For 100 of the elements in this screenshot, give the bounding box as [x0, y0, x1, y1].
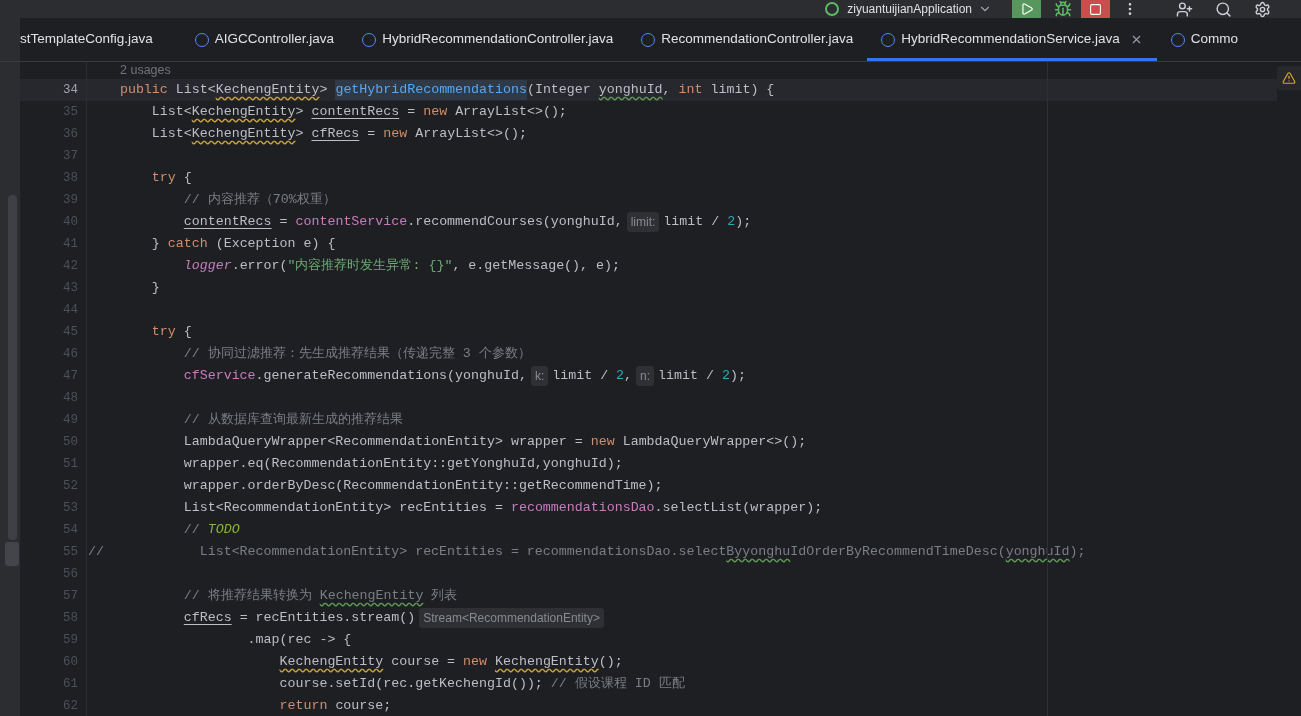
code-token: // 协同过滤推荐：先生成推荐结果（传递完整 3 个参数）: [183, 345, 531, 364]
code-token: course.setId(rec.getKechengId());: [279, 675, 543, 694]
code-token: KechengEntity: [319, 587, 424, 606]
code-token: >: [295, 125, 304, 144]
run-configuration-selector[interactable]: ziyuantuijianApplication: [847, 2, 972, 16]
code-token: LambdaQueryWrapper<RecommendationEntity> wrapper =: [183, 433, 583, 452]
play-icon: [1019, 2, 1034, 16]
code-token: .generateRecommendations(yonghuId,: [255, 367, 527, 386]
code-token: KechengEntity: [215, 81, 320, 100]
add-user-icon[interactable]: [1176, 0, 1193, 18]
code-token: );: [729, 367, 746, 386]
code-token: recommendationsDao: [510, 499, 655, 518]
code-token: try: [151, 323, 176, 342]
code-token: KechengEntity: [191, 103, 296, 122]
code-token: //: [183, 521, 200, 540]
code-token: {: [183, 169, 192, 188]
code-token: // 从数据库查询最新生成的推荐结果: [183, 411, 403, 430]
code-token: =: [279, 213, 288, 232]
code-token: // 将推荐结果转换为: [183, 587, 312, 606]
code-token: cfService: [183, 367, 256, 386]
editor-tab[interactable]: HybridRecommendationController.java: [348, 18, 628, 61]
inlay-hint: Stream<RecommendationEntity>: [419, 608, 604, 628]
stop-icon: [1089, 2, 1102, 16]
code-token: List<RecommendationEntity> recEntities =: [183, 499, 503, 518]
code-token: new: [590, 433, 615, 452]
inlay-hint: k:: [530, 366, 549, 386]
code-token: cfRecs: [183, 609, 232, 628]
code-token: return: [279, 697, 328, 716]
code-token: new: [423, 103, 448, 122]
code-token: List<: [151, 125, 192, 144]
panel-stripe-marker: [5, 542, 19, 566]
code-token: cfRecs: [311, 125, 360, 144]
code-token: course;: [335, 697, 392, 716]
code-token: KechengEntity: [191, 125, 296, 144]
editor-tab[interactable]: stTemplateConfig.java: [20, 18, 181, 61]
code-token: {: [183, 323, 192, 342]
editor-tab[interactable]: HybridRecommendationService.java: [867, 18, 1157, 61]
code-token: course =: [391, 653, 456, 672]
code-token: yonghuId: [598, 81, 663, 100]
code-token: IdOrderByRecommendTimeDesc(: [790, 543, 1006, 562]
usages-hint[interactable]: 2 usages: [120, 61, 171, 80]
code-token: try: [151, 169, 176, 188]
code-token: ArrayList<>();: [455, 103, 567, 122]
code-token: limit /: [552, 367, 609, 386]
code-token: public: [119, 81, 168, 100]
code-token: wrapper.orderByDesc(RecommendationEntity::getRecommendTime);: [183, 477, 663, 496]
code-token: KechengEntity: [495, 653, 599, 672]
code-token: }: [151, 279, 160, 298]
code-token: =: [367, 125, 376, 144]
code-token: wrapper.eq(RecommendationEntity::getYonghuId,yonghuId);: [183, 455, 623, 474]
editor-tab[interactable]: AIGCController.java: [180, 18, 349, 61]
code-token: new: [463, 653, 487, 672]
code-token: .error(: [231, 257, 288, 276]
code-token: Byyonghu: [726, 543, 791, 562]
code-token: yonghuId: [1005, 543, 1070, 562]
editor-tab[interactable]: Commo: [1156, 18, 1252, 61]
code-token: ,: [624, 367, 633, 386]
code-token: limit) {: [710, 81, 775, 100]
code-token: // 假设课程 ID 匹配: [550, 675, 685, 694]
code-token: >: [319, 81, 328, 100]
code-token: }: [151, 235, 160, 254]
code-token: List<: [151, 103, 192, 122]
code-token: limit /: [663, 213, 720, 232]
code-token: contentService: [295, 213, 408, 232]
code-token: .recommendCourses(yonghuId,: [407, 213, 623, 232]
code-token: contentRecs: [311, 103, 400, 122]
code-token: 2: [721, 367, 730, 386]
code-token: KechengEntity: [279, 653, 384, 672]
warning-icon[interactable]: [1277, 66, 1301, 90]
line-number: 34: [62, 81, 78, 99]
code-token: contentRecs: [183, 213, 272, 232]
code-token: int: [678, 81, 703, 100]
code-token: LambdaQueryWrapper<>();: [622, 433, 807, 452]
code-token: catch: [167, 235, 208, 254]
code-token: , e.getMessage(), e);: [452, 257, 620, 276]
code-token: (Integer: [526, 81, 592, 100]
debug-icon[interactable]: [1054, 0, 1072, 18]
code-token: ArrayList<>();: [415, 125, 527, 144]
code-token: .map(rec -> {: [247, 631, 352, 650]
code-token: List<: [175, 81, 216, 100]
code-token: = recEntities.stream(): [239, 609, 416, 628]
code-token: );: [735, 213, 752, 232]
search-icon[interactable]: [1215, 0, 1232, 18]
code-token: TODO: [207, 521, 240, 540]
code-token: 2: [616, 367, 625, 386]
code-token: 列表: [431, 587, 458, 606]
inlay-hint: n:: [636, 366, 655, 386]
run-configuration-icon: [825, 2, 840, 16]
code-token: .selectList(wrapper);: [654, 499, 823, 518]
editor-tab[interactable]: RecommendationController.java: [627, 18, 868, 61]
code-token: ,: [662, 81, 671, 100]
inlay-hint: limit:: [626, 212, 660, 232]
code-token: "内容推荐时发生异常: {}": [287, 257, 453, 276]
code-token: logger: [183, 257, 232, 276]
code-token: // List<RecommendationEntity> recEntities = recommendationsDao.select: [88, 543, 727, 562]
code-token: (Exception e) {: [215, 235, 336, 254]
settings-icon[interactable]: [1254, 0, 1271, 18]
code-token: limit /: [658, 367, 714, 386]
code-token: // 内容推荐（70%权重）: [183, 191, 336, 210]
code-token: );: [1069, 543, 1086, 562]
